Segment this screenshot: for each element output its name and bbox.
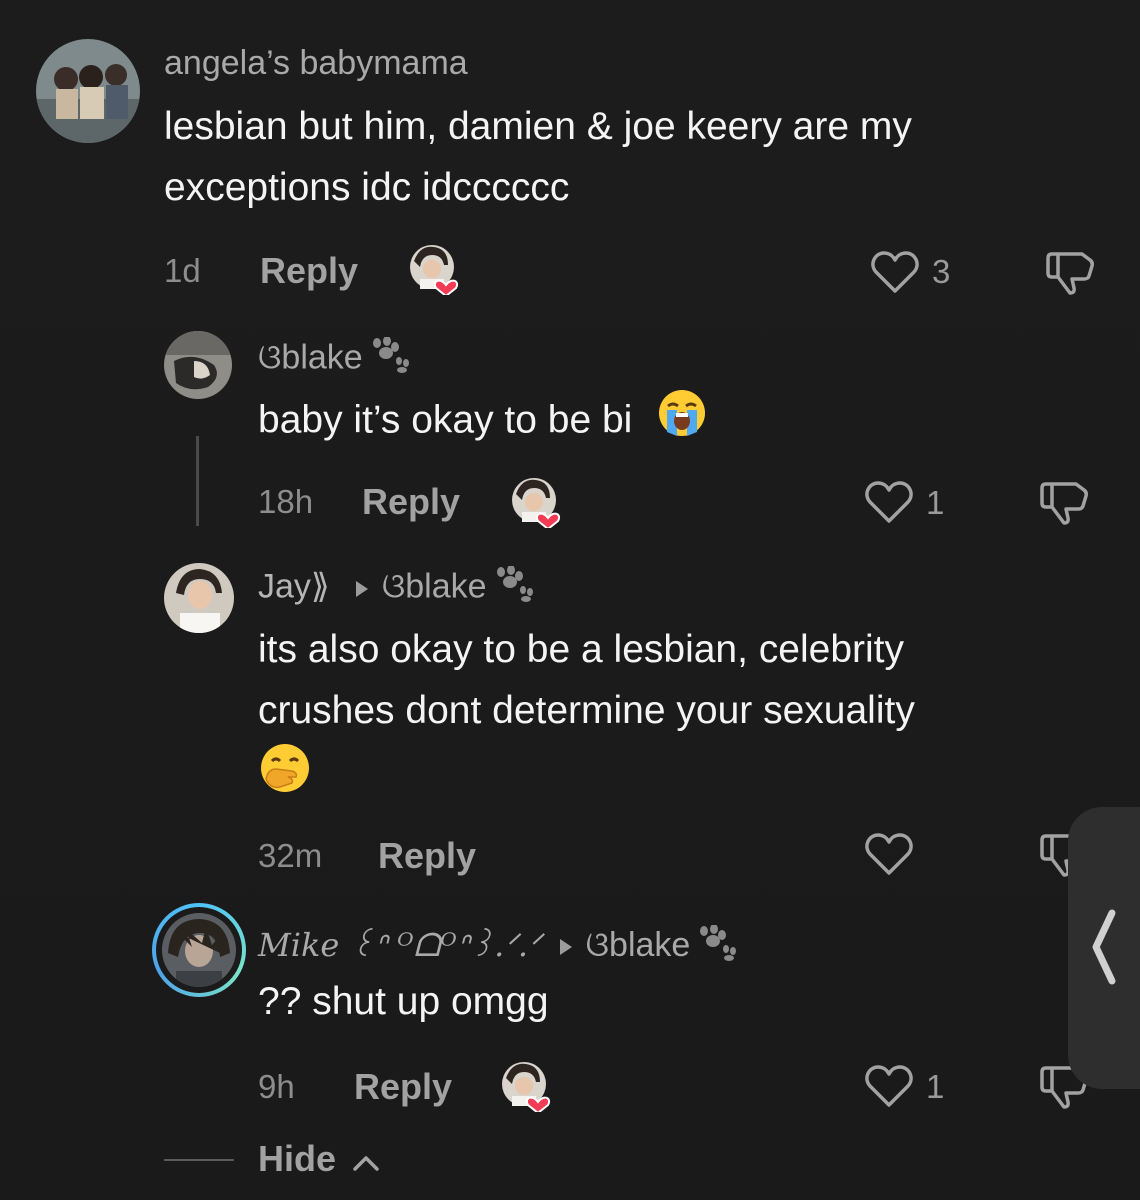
reply-button[interactable]: Reply — [362, 481, 460, 523]
username-text: Mike ꒰ᐢ ᴼᗝᴼᐢ꒱.ᐟ.ᐟ — [258, 926, 542, 964]
comment-timestamp: 9h — [258, 1068, 295, 1105]
thread-line — [196, 436, 199, 526]
loudly-crying-face-icon — [657, 388, 707, 456]
dislike-icon[interactable] — [1044, 250, 1096, 296]
comment-username[interactable]: Mike ꒰ᐢ ᴼᗝᴼᐢ꒱.ᐟ.ᐟ ଓblake — [258, 922, 738, 970]
paw-icon — [365, 336, 411, 382]
reply-to-username[interactable]: ଓblake — [382, 567, 487, 605]
hide-replies-button[interactable]: Hide — [258, 1138, 380, 1182]
username-text: ଓblake — [258, 338, 363, 377]
hide-divider — [164, 1159, 234, 1161]
creator-liked-badge-icon — [408, 243, 468, 298]
reply-button[interactable]: Reply — [378, 835, 476, 877]
heart-outline-icon[interactable] — [864, 480, 914, 524]
creator-liked-badge-icon — [500, 1060, 560, 1115]
comment-text: ?? shut up omgg — [258, 980, 549, 1023]
heart-outline-icon[interactable] — [870, 250, 920, 294]
like-count: 1 — [926, 484, 945, 521]
reply-arrow-icon — [355, 580, 368, 597]
avatar-angelas-babymama[interactable] — [36, 39, 140, 143]
avatar-mike[interactable] — [152, 903, 246, 997]
comment-timestamp: 32m — [258, 837, 323, 874]
comment-username[interactable]: angela’s babymama — [164, 44, 468, 83]
comment-text-body: baby it’s okay to be bi — [258, 398, 633, 442]
comment-text-line: its also okay to be a lesbian, celebrity — [258, 628, 905, 671]
paw-icon — [489, 565, 535, 611]
comment-username[interactable]: Jay⟫ ଓblake — [258, 565, 535, 611]
chevron-up-icon — [352, 1140, 380, 1182]
reply-button[interactable]: Reply — [260, 250, 358, 292]
comment-text-line: exceptions idc idcccccc — [164, 166, 570, 209]
creator-liked-badge-icon — [510, 476, 570, 531]
comments-screen: angela’s babymama lesbian but him, damie… — [0, 0, 1140, 1200]
avatar-jay[interactable] — [164, 563, 234, 633]
comment-text-line: lesbian but him, damien & joe keery are … — [164, 105, 912, 148]
comment-text: baby it’s okay to be bi — [258, 388, 707, 456]
comment-username[interactable]: ଓblake — [258, 336, 411, 382]
avatar-blake[interactable] — [164, 331, 232, 399]
heart-outline-icon[interactable] — [864, 1064, 914, 1108]
username-text: Jay⟫ — [258, 567, 330, 606]
like-count: 3 — [932, 253, 951, 290]
face-with-hand-over-mouth-icon — [258, 741, 312, 813]
reply-arrow-icon — [559, 939, 572, 956]
side-panel-handle[interactable] — [1068, 807, 1140, 1089]
hide-label: Hide — [258, 1138, 337, 1179]
comment-text-line: crushes dont determine your sexuality — [258, 689, 915, 732]
paw-icon — [692, 923, 738, 970]
comment-emoji-line — [258, 741, 915, 802]
like-count: 1 — [926, 1068, 945, 1105]
comment-text: its also okay to be a lesbian, celebrity… — [258, 619, 915, 802]
heart-outline-icon[interactable] — [864, 832, 914, 876]
comment-text: lesbian but him, damien & joe keery are … — [164, 96, 912, 218]
comment-timestamp: 1d — [164, 252, 201, 289]
dislike-icon[interactable] — [1038, 480, 1090, 526]
chevron-left-icon — [1088, 907, 1118, 987]
comment-timestamp: 18h — [258, 483, 314, 520]
reply-button[interactable]: Reply — [354, 1066, 452, 1108]
reply-to-username[interactable]: ଓblake — [586, 926, 691, 964]
